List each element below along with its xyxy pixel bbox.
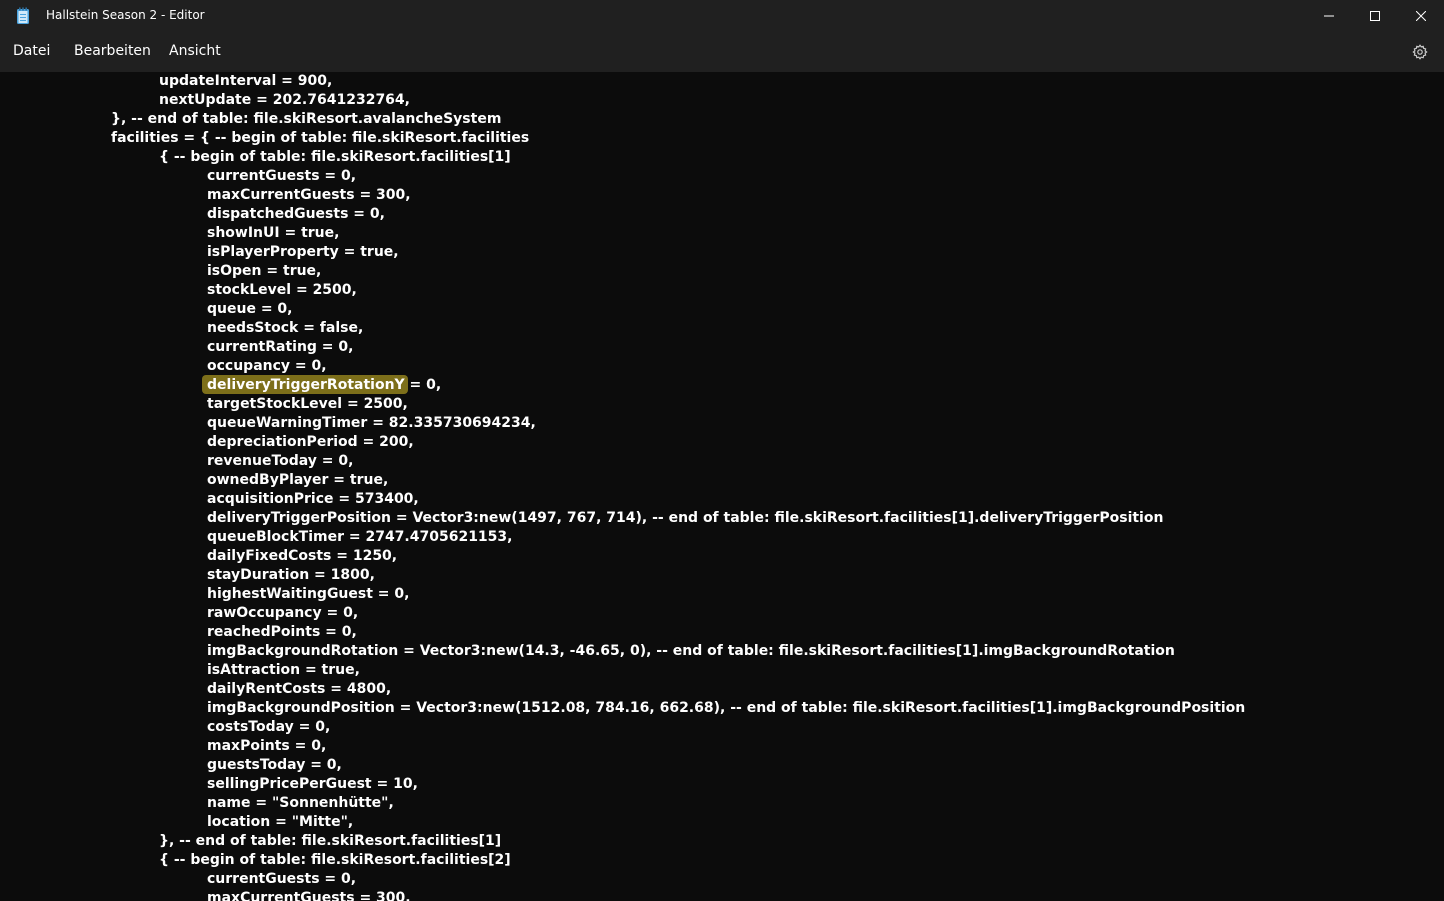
minimize-icon <box>1324 15 1334 17</box>
code-line: isOpen = true, <box>207 263 322 279</box>
menu-ansicht[interactable]: Ansicht <box>169 43 221 59</box>
code-line: maxCurrentGuests = 300, <box>207 187 411 203</box>
minimize-button[interactable] <box>1306 0 1352 32</box>
code-line: needsStock = false, <box>207 320 364 336</box>
settings-button[interactable] <box>1406 40 1434 64</box>
code-line: showInUI = true, <box>207 225 340 241</box>
code-line: maxPoints = 0, <box>207 738 327 754</box>
code-line: { -- begin of table: file.skiResort.faci… <box>159 149 511 165</box>
code-line: location = "Mitte", <box>207 814 354 830</box>
code-line: }, -- end of table: file.skiResort.facil… <box>159 833 502 849</box>
code-line: maxCurrentGuests = 300, <box>207 890 411 901</box>
code-line: stockLevel = 2500, <box>207 282 357 298</box>
maximize-button[interactable] <box>1352 0 1398 32</box>
code-line: name = "Sonnenhütte", <box>207 795 394 811</box>
code-line: deliveryTriggerRotationY = 0, <box>207 377 442 393</box>
code-line: dailyRentCosts = 4800, <box>207 681 392 697</box>
text-editor-area[interactable]: updateInterval = 900, nextUpdate = 202.76… <box>0 72 1444 901</box>
window-title: Hallstein Season 2 - Editor <box>46 8 205 22</box>
maximize-icon <box>1370 11 1380 21</box>
code-line: isPlayerProperty = true, <box>207 244 399 260</box>
code-line: nextUpdate = 202.7641232764, <box>159 92 410 108</box>
editor-window: Hallstein Season 2 - Editor Datei Bearbe… <box>0 0 1444 901</box>
menu-datei[interactable]: Datei <box>13 43 50 59</box>
code-line: deliveryTriggerPosition = Vector3:new(14… <box>207 510 1164 526</box>
code-line: updateInterval = 900, <box>159 73 333 89</box>
code-line: queueBlockTimer = 2747.4705621153, <box>207 529 513 545</box>
code-line: }, -- end of table: file.skiResort.avala… <box>111 111 502 127</box>
code-line: currentGuests = 0, <box>207 871 357 887</box>
code-line: currentRating = 0, <box>207 339 354 355</box>
close-icon <box>1416 11 1426 21</box>
code-line: currentGuests = 0, <box>207 168 357 184</box>
code-line: targetStockLevel = 2500, <box>207 396 408 412</box>
code-line: { -- begin of table: file.skiResort.faci… <box>159 852 511 868</box>
code-line: reachedPoints = 0, <box>207 624 357 640</box>
code-line: queueWarningTimer = 82.335730694234, <box>207 415 536 431</box>
code-line: highestWaitingGuest = 0, <box>207 586 410 602</box>
code-line: dispatchedGuests = 0, <box>207 206 385 222</box>
close-button[interactable] <box>1398 0 1444 32</box>
code-line: acquisitionPrice = 573400, <box>207 491 419 507</box>
code-line: stayDuration = 1800, <box>207 567 375 583</box>
gear-icon <box>1412 44 1428 60</box>
code-line: occupancy = 0, <box>207 358 327 374</box>
code-line: ownedByPlayer = true, <box>207 472 389 488</box>
menu-bearbeiten[interactable]: Bearbeiten <box>74 43 151 59</box>
code-line: facilities = { -- begin of table: file.s… <box>111 130 530 146</box>
code-line: dailyFixedCosts = 1250, <box>207 548 398 564</box>
title-bar[interactable]: Hallstein Season 2 - Editor <box>0 0 1444 32</box>
code-line: imgBackgroundRotation = Vector3:new(14.3… <box>207 643 1175 659</box>
code-line: isAttraction = true, <box>207 662 360 678</box>
code-line: sellingPricePerGuest = 10, <box>207 776 418 792</box>
notepad-icon <box>17 7 29 24</box>
code-line: queue = 0, <box>207 301 293 317</box>
code-line: costsToday = 0, <box>207 719 331 735</box>
code-line: rawOccupancy = 0, <box>207 605 359 621</box>
code-line: guestsToday = 0, <box>207 757 342 773</box>
code-line: imgBackgroundPosition = Vector3:new(1512… <box>207 700 1246 716</box>
menu-bar: Datei Bearbeiten Ansicht <box>0 32 1444 72</box>
code-line: revenueToday = 0, <box>207 453 354 469</box>
code-line: depreciationPeriod = 200, <box>207 434 414 450</box>
